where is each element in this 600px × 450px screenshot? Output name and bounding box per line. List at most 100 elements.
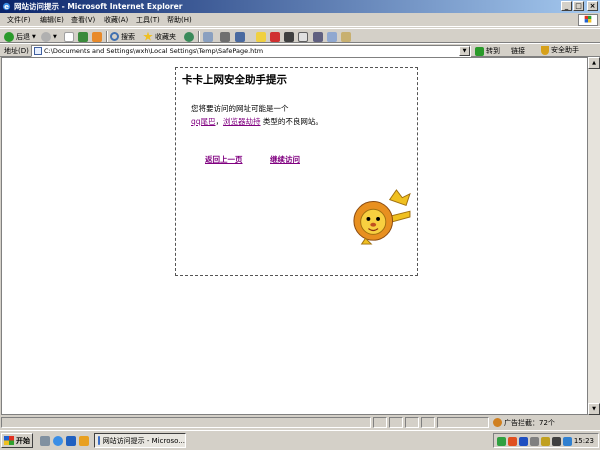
menu-tools[interactable]: 工具(T) [136, 15, 160, 25]
continue-link[interactable]: 继续访问 [270, 154, 300, 165]
show-desktop-icon[interactable] [40, 436, 50, 446]
minimize-button[interactable]: _ [561, 1, 572, 11]
status-panel [389, 417, 403, 428]
address-label: 地址(D) [4, 47, 29, 55]
tray-app-icon[interactable] [508, 437, 517, 446]
address-input[interactable] [44, 46, 458, 56]
internet-explorer-icon[interactable] [53, 436, 63, 446]
print-icon[interactable] [220, 32, 230, 42]
warning-text: 您将要访问的网址可能是一个 [191, 104, 289, 113]
menu-bar: 文件(F) 编辑(E) 查看(V) 收藏(A) 工具(T) 帮助(H) [0, 13, 600, 27]
toolbar-separator [106, 31, 108, 42]
windows-logo-icon [578, 14, 598, 26]
star-icon [143, 31, 153, 41]
forward-arrow-icon [41, 31, 51, 42]
menu-help[interactable]: 帮助(H) [167, 15, 192, 25]
folder-icon[interactable] [256, 32, 266, 42]
type-link-qq[interactable]: qq尾巴 [191, 117, 216, 126]
paste-icon[interactable] [341, 32, 351, 42]
status-text-panel [1, 417, 371, 428]
tray-app-icon[interactable] [519, 437, 528, 446]
edit-icon[interactable] [235, 32, 245, 42]
go-button[interactable]: 转到 [475, 45, 500, 57]
window-controls: _ □ × [561, 1, 598, 11]
back-label: 后退 [16, 32, 30, 41]
scissors-icon[interactable] [313, 32, 323, 42]
close-button[interactable]: × [587, 1, 598, 11]
menu-favorites[interactable]: 收藏(A) [104, 15, 128, 25]
address-field: ▼ [31, 45, 471, 57]
security-assistant-button[interactable]: 安全助手 [541, 45, 579, 55]
chevron-down-icon: ▼ [53, 33, 57, 40]
toolbar-separator [198, 31, 200, 42]
system-tray: 15:23 [493, 433, 599, 448]
back-button[interactable]: 后退 ▼ [4, 30, 36, 43]
search-button[interactable]: 搜索 [110, 30, 135, 43]
mail-icon[interactable] [203, 32, 213, 42]
window-icon[interactable] [298, 32, 308, 42]
title-bar: e 网站访问提示 - Microsoft Internet Explorer _… [0, 0, 600, 13]
status-panel [421, 417, 435, 428]
home-icon[interactable] [92, 32, 102, 42]
scroll-down-button[interactable]: ▼ [588, 403, 600, 415]
notebook-icon[interactable] [284, 32, 294, 42]
lion-mascot-icon [353, 189, 411, 245]
svg-text:e: e [4, 2, 9, 11]
ad-block-count: 广告拦截：72个 [504, 418, 555, 427]
refresh-icon[interactable] [78, 32, 88, 42]
menu-file[interactable]: 文件(F) [7, 15, 31, 25]
type-separator: ， [215, 117, 224, 126]
ad-block-indicator[interactable]: 广告拦截：72个 [493, 417, 555, 428]
tray-app-icon[interactable] [563, 437, 572, 446]
tray-app-icon[interactable] [541, 437, 550, 446]
status-panel [373, 417, 387, 428]
go-label: 转到 [486, 47, 500, 55]
windows-flag-icon [4, 436, 14, 445]
security-assistant-label: 安全助手 [551, 46, 579, 54]
tray-app-icon[interactable] [497, 437, 506, 446]
maximize-button[interactable]: □ [573, 1, 584, 11]
chevron-down-icon: ▼ [32, 33, 36, 40]
address-bar: 地址(D) ▼ 转到 链接 安全助手 [0, 43, 600, 57]
taskbar: 开始 网站访问提示 - Microso... 15:23 [0, 430, 600, 450]
clock: 15:23 [573, 437, 594, 445]
translate-icon[interactable] [270, 32, 280, 42]
status-panel [437, 417, 489, 428]
warning-tail: 类型的不良网站。 [260, 117, 323, 126]
scroll-up-button[interactable]: ▲ [588, 57, 600, 69]
shield-icon [541, 45, 549, 55]
history-icon[interactable] [184, 32, 194, 42]
network-icon[interactable] [530, 437, 539, 446]
stop-icon[interactable] [64, 32, 74, 42]
warning-heading: 卡卡上网安全助手提示 [182, 74, 287, 86]
favorites-button[interactable]: 收藏夹 [143, 30, 176, 43]
type-link-hijack[interactable]: 浏览器劫持 [223, 117, 261, 126]
search-icon [110, 32, 119, 41]
page-icon [34, 47, 42, 55]
outlook-icon[interactable] [66, 436, 76, 446]
go-back-link[interactable]: 返回上一页 [205, 154, 243, 165]
folder-icon[interactable] [79, 436, 89, 446]
warning-types: qq尾巴，浏览器劫持 类型的不良网站。 [191, 116, 323, 127]
warning-box: 卡卡上网安全助手提示 您将要访问的网址可能是一个 qq尾巴，浏览器劫持 类型的不… [175, 67, 418, 276]
search-label: 搜索 [121, 32, 135, 41]
internet-explorer-icon [98, 436, 100, 445]
ad-block-icon [493, 418, 502, 427]
menu-view[interactable]: 查看(V) [71, 15, 95, 25]
address-dropdown-button[interactable]: ▼ [459, 46, 470, 56]
forward-button[interactable]: ▼ [41, 30, 57, 43]
start-label: 开始 [16, 436, 30, 445]
internet-explorer-icon: e [2, 2, 11, 11]
volume-icon[interactable] [552, 437, 561, 446]
links-button[interactable]: 链接 [511, 46, 525, 56]
status-panel [405, 417, 419, 428]
menu-edit[interactable]: 编辑(E) [40, 15, 64, 25]
copy-icon[interactable] [327, 32, 337, 42]
start-button[interactable]: 开始 [1, 433, 33, 448]
taskbar-window-label: 网站访问提示 - Microso... [102, 436, 185, 445]
go-arrow-icon [475, 46, 484, 56]
taskbar-window-button[interactable]: 网站访问提示 - Microso... [94, 433, 186, 448]
vertical-scrollbar[interactable]: ▲ ▼ [588, 57, 600, 415]
window-title: 网站访问提示 - Microsoft Internet Explorer [14, 2, 183, 11]
page-content: 卡卡上网安全助手提示 您将要访问的网址可能是一个 qq尾巴，浏览器劫持 类型的不… [1, 57, 588, 415]
